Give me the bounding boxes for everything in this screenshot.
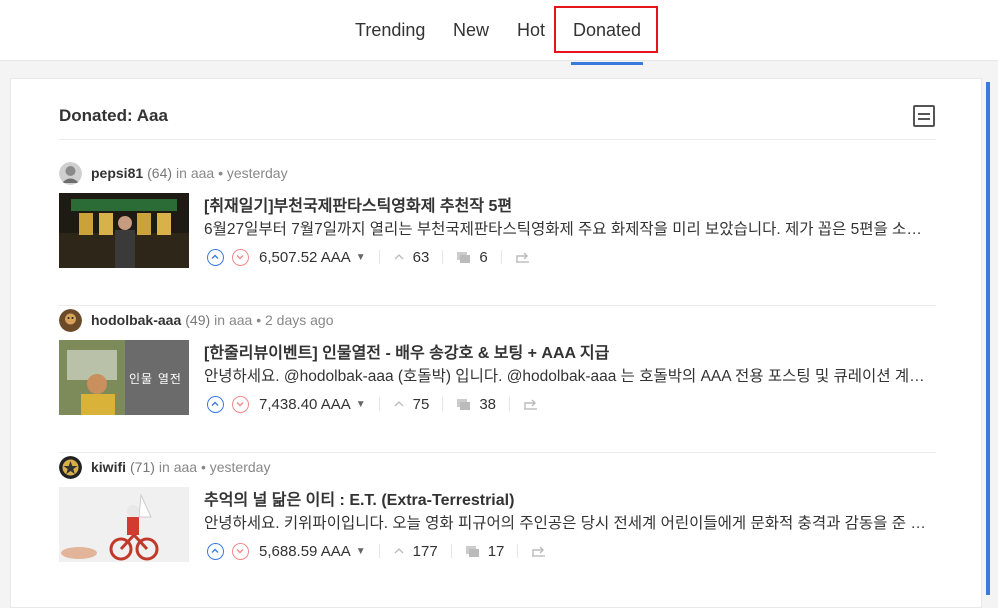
- vote-count-value: 63: [412, 248, 430, 266]
- post-meta[interactable]: in aaa • yesterday: [159, 459, 271, 475]
- thumbnail-caption: 인물 열전: [129, 372, 182, 386]
- post-item: hodolbak-aaa (49) in aaa • 2 days ago 인물…: [59, 308, 936, 455]
- comment-count-value: 38: [479, 395, 497, 413]
- reblog-icon[interactable]: [523, 397, 539, 411]
- divider: [378, 544, 380, 558]
- author-line: hodolbak-aaa (49) in aaa • 2 days ago: [59, 308, 333, 332]
- divider: [59, 452, 936, 453]
- caret-down-icon[interactable]: ▼: [356, 546, 366, 557]
- author-name[interactable]: pepsi81: [91, 165, 143, 181]
- post-excerpt[interactable]: 안녕하세요. 키위파이입니다. 오늘 영화 피규어의 주인공은 당시 전세계 어…: [204, 511, 936, 533]
- upvote-icon[interactable]: [207, 395, 224, 413]
- comment-icon: [465, 545, 479, 557]
- reputation: (71): [130, 459, 155, 475]
- post-item: kiwifi (71) in aaa • yesterday 추억의 널 닮은 …: [59, 455, 936, 602]
- tab-trending[interactable]: Trending: [355, 19, 425, 43]
- divider: [517, 544, 519, 558]
- divider: [450, 544, 452, 558]
- comment-count[interactable]: 38: [456, 396, 496, 413]
- divider: [509, 397, 511, 411]
- payout-value[interactable]: 6,507.52 AAA: [259, 249, 351, 266]
- divider: [378, 397, 380, 411]
- author-line: kiwifi (71) in aaa • yesterday: [59, 455, 271, 479]
- avatar[interactable]: [59, 161, 82, 185]
- post-meta[interactable]: in aaa • yesterday: [176, 165, 288, 181]
- chevron-up-icon: [394, 254, 404, 260]
- post-thumbnail[interactable]: 인물 열전: [59, 340, 189, 415]
- comment-icon: [457, 398, 471, 410]
- reblog-icon[interactable]: [515, 250, 531, 264]
- chevron-up-icon: [394, 401, 404, 407]
- divider: [59, 305, 936, 306]
- downvote-icon[interactable]: [232, 248, 249, 266]
- post-title[interactable]: [한줄리뷰이벤트] 인물열전 - 배우 송강호 & 보팅 + AAA 지급: [204, 339, 609, 363]
- avatar[interactable]: [59, 308, 82, 332]
- tab-new[interactable]: New: [453, 19, 489, 43]
- vote-count-value: 177: [412, 542, 438, 560]
- divider: [378, 250, 380, 264]
- post-footer: 5,688.59 AAA ▼ 177 17: [207, 541, 547, 561]
- divider: [500, 250, 502, 264]
- chevron-up-icon: [394, 548, 404, 554]
- tab-hot[interactable]: Hot: [517, 19, 545, 43]
- divider: [442, 397, 444, 411]
- reblog-icon[interactable]: [531, 544, 547, 558]
- caret-down-icon[interactable]: ▼: [356, 399, 366, 410]
- author-name[interactable]: hodolbak-aaa: [91, 312, 181, 328]
- comment-count[interactable]: 6: [456, 248, 488, 266]
- vote-count[interactable]: 75: [393, 395, 430, 413]
- comment-count-value: 6: [479, 248, 488, 266]
- upvote-icon[interactable]: [207, 248, 224, 266]
- scrollbar[interactable]: [986, 82, 990, 595]
- post-title[interactable]: [취재일기]부천국제판타스틱영화제 추천작 5편: [204, 192, 512, 216]
- post-footer: 7,438.40 AAA ▼ 75 38: [207, 394, 539, 414]
- payout-value[interactable]: 5,688.59 AAA: [259, 543, 351, 560]
- author-line: pepsi81 (64) in aaa • yesterday: [59, 161, 288, 185]
- page-title: Donated: Aaa: [59, 106, 168, 125]
- caret-down-icon[interactable]: ▼: [356, 252, 366, 263]
- comment-count[interactable]: 17: [465, 542, 505, 560]
- downvote-icon[interactable]: [232, 542, 249, 560]
- post-footer: 6,507.52 AAA ▼ 63 6: [207, 247, 531, 267]
- reputation: (64): [147, 165, 173, 181]
- top-navigation: Trending New Hot Donated: [0, 0, 998, 61]
- tab-donated[interactable]: Donated: [573, 19, 641, 43]
- upvote-icon[interactable]: [207, 542, 224, 560]
- post-item: pepsi81 (64) in aaa • yesterday [취재일기]부천…: [59, 161, 936, 308]
- avatar[interactable]: [59, 455, 82, 479]
- author-name[interactable]: kiwifi: [91, 459, 126, 475]
- post-meta[interactable]: in aaa • 2 days ago: [214, 312, 333, 328]
- payout-value[interactable]: 7,438.40 AAA: [259, 396, 351, 413]
- divider: [442, 250, 444, 264]
- post-title[interactable]: 추억의 널 닮은 이티 : E.T. (Extra-Terrestrial): [204, 486, 514, 510]
- comment-icon: [457, 251, 471, 263]
- reputation: (49): [185, 312, 211, 328]
- divider: [59, 139, 936, 140]
- view-toggle-icon[interactable]: [913, 105, 935, 127]
- comment-count-value: 17: [487, 542, 505, 560]
- post-thumbnail[interactable]: [59, 193, 189, 268]
- post-excerpt[interactable]: 안녕하세요. @hodolbak-aaa (호돌박) 입니다. @hodolba…: [204, 364, 936, 386]
- downvote-icon[interactable]: [232, 395, 249, 413]
- vote-count-value: 75: [412, 395, 430, 413]
- vote-count[interactable]: 63: [393, 248, 430, 266]
- post-thumbnail[interactable]: [59, 487, 189, 562]
- active-tab-underline: [571, 62, 643, 65]
- vote-count[interactable]: 177: [393, 543, 438, 560]
- post-excerpt[interactable]: 6월27일부터 7월7일까지 열리는 부천국제판타스틱영화제 주요 화제작을 미…: [204, 217, 936, 239]
